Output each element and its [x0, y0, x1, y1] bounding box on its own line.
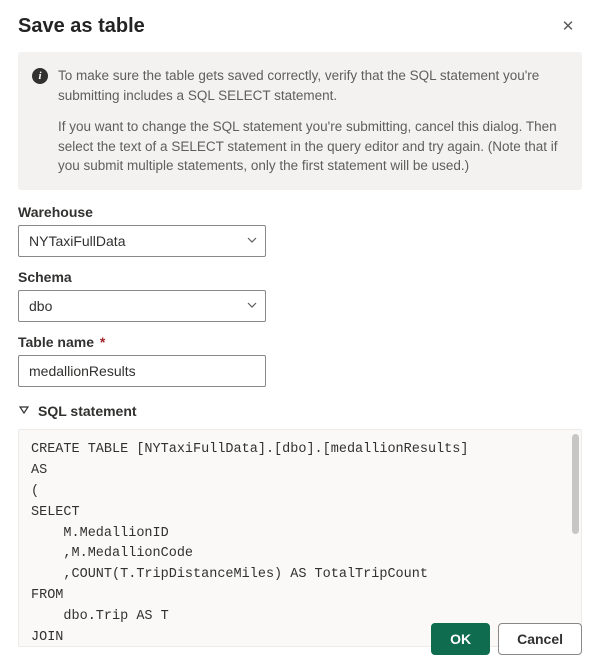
dialog-title: Save as table	[18, 15, 145, 38]
expand-collapse-icon	[18, 403, 30, 419]
warehouse-label: Warehouse	[18, 204, 582, 220]
tablename-label-text: Table name	[18, 334, 94, 350]
dialog-footer: OK Cancel	[431, 623, 582, 655]
schema-label: Schema	[18, 269, 582, 285]
tablename-input[interactable]	[18, 355, 266, 387]
schema-value: dbo	[18, 290, 266, 322]
warehouse-select[interactable]: NYTaxiFullData	[18, 225, 266, 257]
sql-section-header[interactable]: SQL statement	[18, 403, 582, 419]
required-indicator: *	[100, 334, 105, 350]
info-icon: i	[32, 68, 48, 84]
tablename-label: Table name *	[18, 334, 582, 350]
ok-button[interactable]: OK	[431, 623, 490, 655]
close-button[interactable]: ✕	[554, 12, 582, 40]
schema-select[interactable]: dbo	[18, 290, 266, 322]
info-paragraph-2: If you want to change the SQL statement …	[58, 117, 568, 176]
info-banner: i To make sure the table gets saved corr…	[18, 52, 582, 190]
info-text: To make sure the table gets saved correc…	[58, 66, 568, 176]
sql-code[interactable]: CREATE TABLE [NYTaxiFullData].[dbo].[med…	[19, 430, 581, 647]
sql-statement-box: CREATE TABLE [NYTaxiFullData].[dbo].[med…	[18, 429, 582, 647]
scrollbar-thumb[interactable]	[572, 434, 579, 534]
schema-field: Schema dbo	[18, 269, 582, 322]
sql-header-label: SQL statement	[38, 403, 137, 419]
warehouse-value: NYTaxiFullData	[18, 225, 266, 257]
info-paragraph-1: To make sure the table gets saved correc…	[58, 66, 568, 105]
tablename-field: Table name *	[18, 334, 582, 387]
close-icon: ✕	[562, 17, 575, 35]
warehouse-field: Warehouse NYTaxiFullData	[18, 204, 582, 257]
save-as-table-dialog: Save as table ✕ i To make sure the table…	[0, 0, 600, 647]
cancel-button[interactable]: Cancel	[498, 623, 582, 655]
dialog-header: Save as table ✕	[18, 12, 582, 40]
